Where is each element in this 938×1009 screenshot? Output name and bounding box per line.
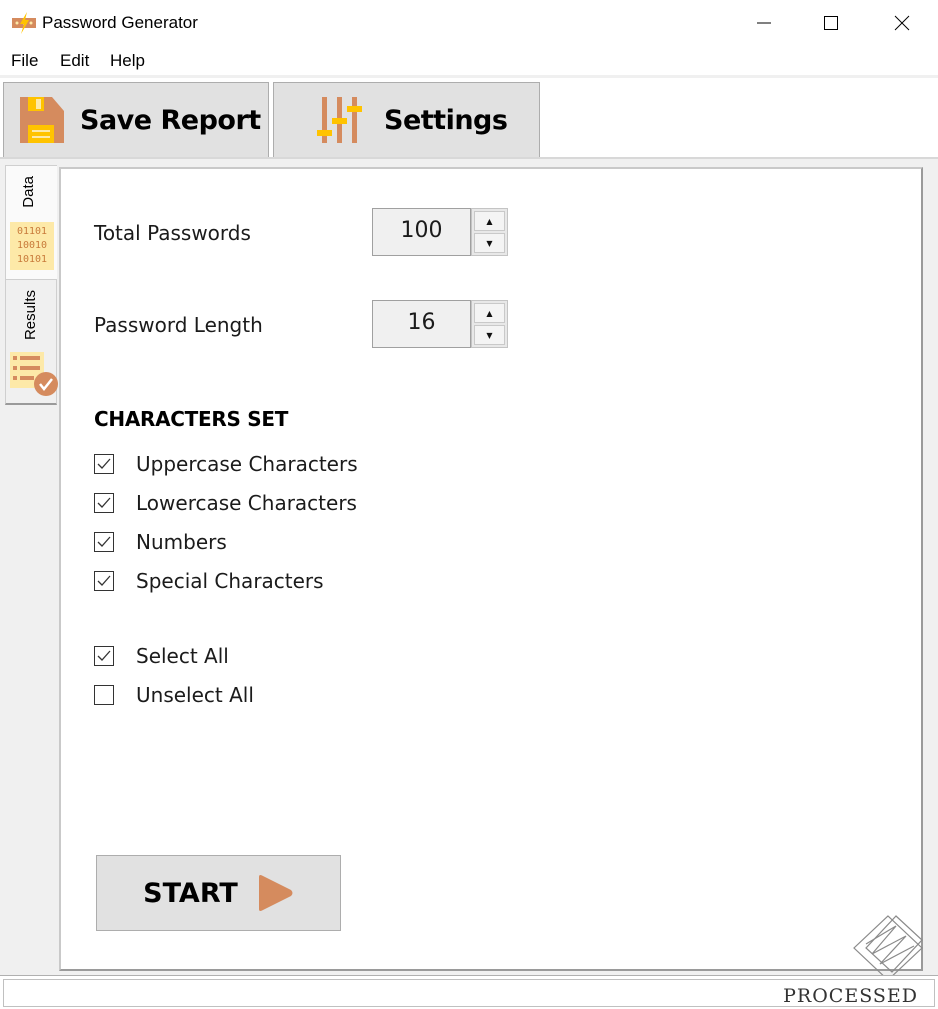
minimize-icon [757,22,771,24]
password-length-input[interactable]: 16 [372,300,471,348]
save-report-button[interactable]: Save Report [3,82,269,158]
checkbox-checked-icon[interactable] [94,532,114,552]
menu-bar: File Edit Help [0,47,938,75]
unselect-all-checkbox[interactable]: Unselect All [94,680,254,710]
tab-data[interactable]: Data 01101 10010 10101 [5,165,57,281]
total-passwords-spin-buttons: ▲ ▼ [471,208,508,256]
total-passwords-decrement-button[interactable]: ▼ [474,233,505,253]
title-bar: Password Generator [0,0,938,46]
arrow-down-icon: ▼ [486,238,493,248]
checkbox-checked-icon[interactable] [94,493,114,513]
arrow-down-icon: ▼ [486,330,493,340]
toolbar: Save Report Settings [0,75,938,158]
special-characters-label: Special Characters [136,569,324,593]
binary-line: 01101 [16,226,48,237]
numbers-checkbox[interactable]: Numbers [94,527,227,557]
status-text: PROCESSED [783,985,918,1007]
menu-edit[interactable]: Edit [60,51,89,71]
total-passwords-label: Total Passwords [94,221,251,245]
checkbox-checked-icon[interactable] [94,646,114,666]
select-all-checkbox[interactable]: Select All [94,641,229,671]
password-length-increment-button[interactable]: ▲ [474,303,505,323]
play-icon [258,875,293,911]
total-passwords-increment-button[interactable]: ▲ [474,211,505,231]
checkbox-checked-icon[interactable] [94,454,114,474]
password-length-stepper: 16 ▲ ▼ [372,300,508,348]
lowercase-checkbox[interactable]: Lowercase Characters [94,488,357,518]
minimize-button[interactable] [728,0,800,46]
start-label: START [143,877,238,909]
password-length-decrement-button[interactable]: ▼ [474,325,505,345]
close-icon [894,15,910,31]
app-lightning-icon [12,12,36,34]
special-characters-checkbox[interactable]: Special Characters [94,566,324,596]
sliders-icon [317,97,362,143]
uppercase-checkbox[interactable]: Uppercase Characters [94,449,358,479]
start-button[interactable]: START [96,855,341,931]
main-area: Data 01101 10010 10101 Results Total Pas… [0,157,938,975]
unselect-all-label: Unselect All [136,683,254,707]
checkbox-checked-icon[interactable] [94,571,114,591]
numbers-label: Numbers [136,530,227,554]
status-bar: PROCESSED [0,975,938,1009]
tab-results-label: Results [22,290,39,341]
settings-label: Settings [384,104,508,136]
menu-file[interactable]: File [11,51,38,71]
binary-icon: 01101 10010 10101 [10,222,54,270]
binary-line: 10101 [16,254,48,265]
password-length-label: Password Length [94,313,263,337]
menu-help[interactable]: Help [110,51,145,71]
window-title: Password Generator [42,13,198,32]
select-all-label: Select All [136,644,229,668]
maximize-icon [824,16,838,30]
total-passwords-stepper: 100 ▲ ▼ [372,208,508,256]
close-button[interactable] [866,0,938,46]
binary-line: 10010 [16,240,48,251]
characters-set-heading: CHARACTERS SET [94,407,289,431]
data-panel: Total Passwords 100 ▲ ▼ Password Length … [59,167,923,971]
checklist-icon [10,352,58,396]
tab-data-label: Data [20,176,37,208]
maximize-button[interactable] [795,0,867,46]
status-field: PROCESSED [3,979,935,1007]
arrow-up-icon: ▲ [486,308,493,318]
arrow-up-icon: ▲ [486,216,493,226]
uppercase-label: Uppercase Characters [136,452,358,476]
tab-results[interactable]: Results [5,279,58,405]
watermark-logo-icon [853,915,923,981]
checkbox-unchecked-icon[interactable] [94,685,114,705]
settings-button[interactable]: Settings [273,82,540,158]
floppy-disk-icon [20,97,64,143]
password-length-spin-buttons: ▲ ▼ [471,300,508,348]
save-report-label: Save Report [80,104,261,136]
total-passwords-input[interactable]: 100 [372,208,471,256]
lowercase-label: Lowercase Characters [136,491,357,515]
